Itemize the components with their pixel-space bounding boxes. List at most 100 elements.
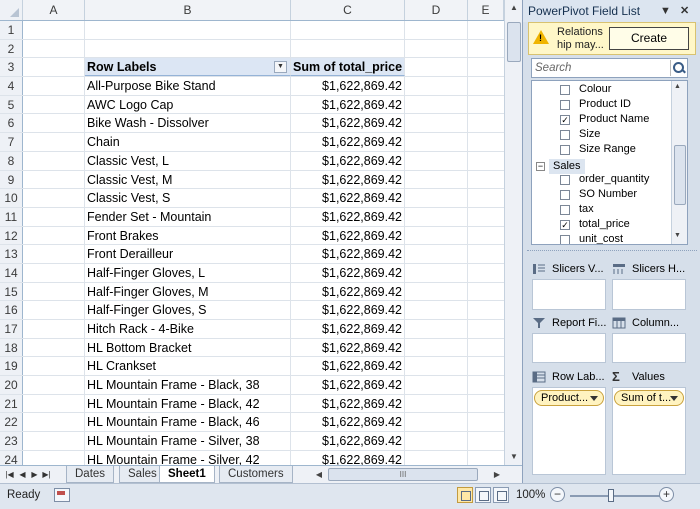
cell-a[interactable] <box>23 226 85 245</box>
scroll-left-icon[interactable]: ◀ <box>312 467 326 482</box>
row-number[interactable]: 24 <box>0 450 23 465</box>
cell-d[interactable] <box>405 376 468 394</box>
row-label-cell[interactable]: HL Mountain Frame - Black, 46 <box>85 413 291 432</box>
row-number[interactable]: 9 <box>0 170 23 189</box>
field-search-input[interactable]: Search <box>531 58 688 78</box>
cell-a[interactable] <box>23 189 85 207</box>
row-label-cell[interactable]: Fender Set - Mountain <box>85 207 291 226</box>
column-header-a[interactable]: A <box>23 0 85 20</box>
cell-a[interactable] <box>23 207 85 226</box>
row-labels-header-cell[interactable]: Row Labels ▼ <box>85 58 291 77</box>
row-label-cell[interactable]: Bike Wash - Dissolver <box>85 114 291 133</box>
row-number[interactable]: 18 <box>0 338 23 357</box>
report-filter-drop-area[interactable] <box>532 333 606 363</box>
value-cell[interactable]: $1,622,869.42 <box>291 450 405 465</box>
row-label-cell[interactable]: Chain <box>85 133 291 151</box>
row-number[interactable]: 4 <box>0 77 23 95</box>
panel-menu-icon[interactable]: ▼ <box>660 0 671 22</box>
value-cell[interactable]: $1,622,869.42 <box>291 301 405 319</box>
value-cell[interactable]: $1,622,869.42 <box>291 114 405 133</box>
cell-d[interactable] <box>405 413 468 432</box>
row-number[interactable]: 21 <box>0 394 23 413</box>
row-number[interactable]: 20 <box>0 376 23 394</box>
checkbox-checked-icon[interactable]: ✓ <box>560 115 570 125</box>
value-cell[interactable]: $1,622,869.42 <box>291 245 405 263</box>
slicers-vertical-drop-area[interactable] <box>532 279 606 310</box>
row-label-cell[interactable]: Classic Vest, L <box>85 151 291 170</box>
row-number[interactable]: 15 <box>0 282 23 301</box>
sheet-tab[interactable]: Dates <box>66 466 115 483</box>
cell-a[interactable] <box>23 450 85 465</box>
cell-d[interactable] <box>405 58 468 77</box>
checkbox-icon[interactable] <box>560 235 570 244</box>
row-number[interactable]: 6 <box>0 114 23 133</box>
slicers-horizontal-drop-area[interactable] <box>612 279 686 310</box>
row-field-dropdown-icon[interactable] <box>590 396 598 401</box>
row-label-cell[interactable]: Half-Finger Gloves, M <box>85 282 291 301</box>
value-cell[interactable]: $1,622,869.42 <box>291 133 405 151</box>
column-header-e[interactable]: E <box>468 0 504 20</box>
normal-view-button[interactable] <box>457 487 473 503</box>
value-cell[interactable]: $1,622,869.42 <box>291 282 405 301</box>
value-cell[interactable] <box>291 21 405 39</box>
row-label-cell[interactable]: All-Purpose Bike Stand <box>85 77 291 95</box>
collapse-icon[interactable]: − <box>536 162 545 171</box>
panel-splitter[interactable] <box>527 250 697 254</box>
zoom-in-button[interactable]: + <box>659 487 674 502</box>
cell-a[interactable] <box>23 133 85 151</box>
first-sheet-icon[interactable]: |◀ <box>4 467 15 482</box>
row-number[interactable]: 23 <box>0 432 23 450</box>
cell-d[interactable] <box>405 320 468 338</box>
row-label-cell[interactable]: HL Mountain Frame - Silver, 42 <box>85 450 291 465</box>
cell-d[interactable] <box>405 189 468 207</box>
hscroll-thumb[interactable]: III <box>328 468 478 481</box>
row-number[interactable]: 12 <box>0 226 23 245</box>
cell-a[interactable] <box>23 338 85 357</box>
checkbox-checked-icon[interactable]: ✓ <box>560 220 570 230</box>
value-cell[interactable]: $1,622,869.42 <box>291 77 405 95</box>
row-number[interactable]: 5 <box>0 95 23 114</box>
cell-d[interactable] <box>405 114 468 133</box>
cell-d[interactable] <box>405 207 468 226</box>
row-label-cell[interactable]: Hitch Rack - 4-Bike <box>85 320 291 338</box>
row-label-cell[interactable]: HL Mountain Frame - Black, 42 <box>85 394 291 413</box>
cell-a[interactable] <box>23 114 85 133</box>
value-cell[interactable]: $1,622,869.42 <box>291 263 405 282</box>
field-scroll-thumb[interactable] <box>674 145 686 205</box>
vertical-scrollbar[interactable]: ▲ ▼ <box>504 0 522 465</box>
row-number[interactable]: 11 <box>0 207 23 226</box>
macro-record-icon[interactable] <box>54 488 70 502</box>
filter-dropdown-icon[interactable]: ▼ <box>274 61 287 74</box>
values-header-cell[interactable]: Sum of total_price <box>291 58 405 77</box>
row-number[interactable]: 8 <box>0 151 23 170</box>
scroll-down-icon[interactable]: ▼ <box>506 449 522 465</box>
value-cell[interactable]: $1,622,869.42 <box>291 95 405 114</box>
cell-a[interactable] <box>23 263 85 282</box>
prev-sheet-icon[interactable]: ◀ <box>17 467 28 482</box>
sheet-tab[interactable]: Sheet1 <box>159 466 215 483</box>
cell-d[interactable] <box>405 95 468 114</box>
cell-a[interactable] <box>23 170 85 189</box>
value-cell[interactable]: $1,622,869.42 <box>291 226 405 245</box>
value-cell[interactable]: $1,622,869.42 <box>291 207 405 226</box>
value-cell[interactable]: $1,622,869.42 <box>291 376 405 394</box>
field-scroll-up-icon[interactable]: ▲ <box>674 83 681 90</box>
horizontal-scrollbar[interactable]: ◀ III ▶ <box>312 467 504 482</box>
cell-a[interactable] <box>23 282 85 301</box>
row-number[interactable]: 10 <box>0 189 23 207</box>
column-header-b[interactable]: B <box>85 0 291 20</box>
cell-a[interactable] <box>23 39 85 58</box>
cell-a[interactable] <box>23 95 85 114</box>
row-number[interactable]: 22 <box>0 413 23 432</box>
cell-a[interactable] <box>23 77 85 95</box>
checkbox-icon[interactable] <box>560 100 570 110</box>
column-header-d[interactable]: D <box>405 0 468 20</box>
value-cell[interactable]: $1,622,869.42 <box>291 338 405 357</box>
value-cell[interactable]: $1,622,869.42 <box>291 151 405 170</box>
checkbox-icon[interactable] <box>560 205 570 215</box>
cell-d[interactable] <box>405 282 468 301</box>
row-label-cell[interactable]: HL Crankset <box>85 357 291 376</box>
row-label-cell[interactable] <box>85 39 291 58</box>
cell-a[interactable] <box>23 245 85 263</box>
zoom-slider-thumb[interactable] <box>608 489 614 502</box>
